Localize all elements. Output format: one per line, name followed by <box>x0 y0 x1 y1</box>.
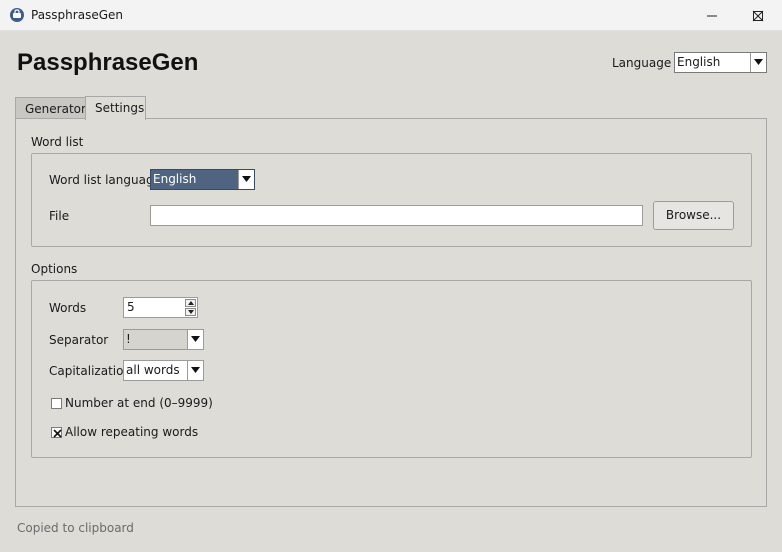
word-list-language-label: Word list language <box>49 173 161 187</box>
words-value: 5 <box>127 300 135 314</box>
language-label: Language <box>612 56 672 70</box>
word-list-language-select[interactable]: English <box>150 169 255 190</box>
app-icon <box>9 7 25 23</box>
capitalization-value: all words <box>126 363 180 377</box>
word-list-group: Word list language English File Browse..… <box>31 153 752 247</box>
word-list-language-dropdown-button[interactable] <box>238 170 254 189</box>
tab-settings[interactable]: Settings <box>85 96 146 120</box>
separator-label: Separator <box>49 333 109 347</box>
allow-repeating-checkbox[interactable] <box>51 427 62 438</box>
options-group: Words 5 Separator ! Capitalization all w… <box>31 280 752 458</box>
word-list-language-value: English <box>153 172 197 186</box>
allow-repeating-label: Allow repeating words <box>65 425 199 439</box>
capitalization-label: Capitalization <box>49 364 132 378</box>
file-path-input[interactable] <box>150 205 643 226</box>
window-title: PassphraseGen <box>31 8 123 22</box>
number-at-end-checkbox[interactable] <box>51 398 62 409</box>
capitalization-select[interactable]: all words <box>123 360 204 381</box>
minimize-icon <box>707 15 717 17</box>
spin-down-icon <box>188 310 194 314</box>
spin-up-icon <box>188 301 194 305</box>
chevron-down-icon <box>191 367 200 373</box>
spin-up-button[interactable] <box>185 299 196 307</box>
chevron-down-icon <box>191 336 200 342</box>
separator-select[interactable]: ! <box>123 329 204 350</box>
word-list-group-title: Word list <box>31 135 84 149</box>
minimize-button[interactable] <box>689 0 735 31</box>
language-dropdown-button[interactable] <box>750 53 766 72</box>
tab-generator[interactable]: Generator <box>15 97 86 119</box>
separator-value: ! <box>126 332 131 346</box>
status-text: Copied to clipboard <box>17 521 134 535</box>
settings-panel: Word list Word list language English Fil… <box>15 118 767 507</box>
checkmark-icon <box>53 429 62 438</box>
file-label: File <box>49 209 70 223</box>
chevron-down-icon <box>754 59 763 65</box>
options-group-title: Options <box>31 262 78 276</box>
title-bar: PassphraseGen <box>0 0 782 31</box>
close-button[interactable] <box>735 0 781 31</box>
browse-button[interactable]: Browse... <box>653 201 734 230</box>
words-label: Words <box>49 301 87 315</box>
separator-dropdown-button[interactable] <box>187 330 203 349</box>
capitalization-dropdown-button[interactable] <box>187 361 203 380</box>
language-select-value: English <box>677 55 721 69</box>
chevron-down-icon <box>242 176 251 182</box>
close-icon <box>752 10 764 22</box>
words-spinner[interactable]: 5 <box>123 297 198 318</box>
language-select[interactable]: English <box>674 52 767 73</box>
number-at-end-label: Number at end (0–9999) <box>65 396 213 410</box>
spin-down-button[interactable] <box>185 308 196 316</box>
app-title: PassphraseGen <box>17 49 199 76</box>
